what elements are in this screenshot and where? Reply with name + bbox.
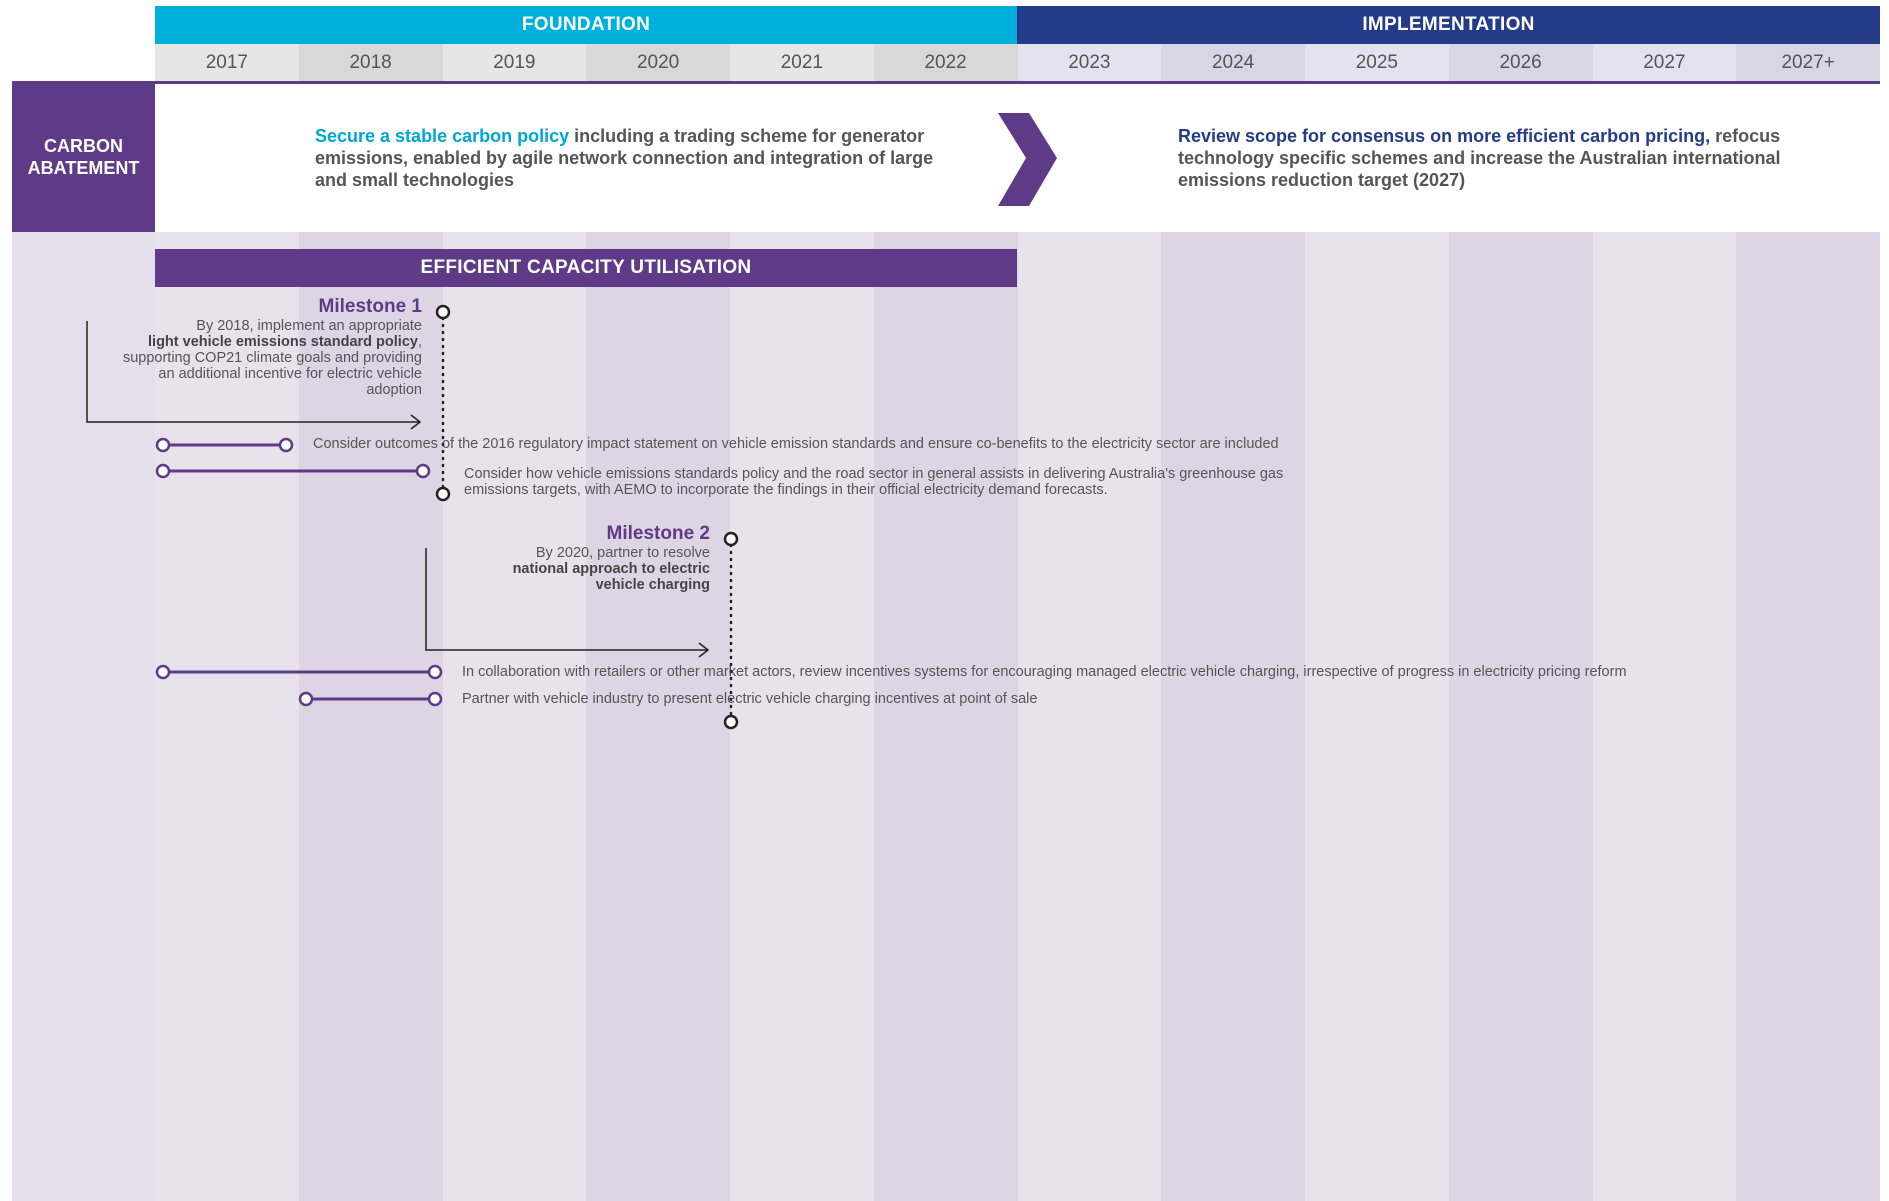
milestone-1-marker-bottom xyxy=(435,486,451,502)
action-1-end-marker xyxy=(278,437,294,453)
action-2-end-marker xyxy=(415,463,431,479)
milestone-2-marker-top xyxy=(723,531,739,547)
action-4-start-marker xyxy=(298,691,314,707)
milestone-2-arrow xyxy=(425,548,707,651)
action-3-end-marker xyxy=(427,664,443,680)
milestone-1-marker-top xyxy=(435,304,451,320)
milestone-1-arrow xyxy=(86,321,419,423)
action-3-start-marker xyxy=(155,664,171,680)
action-1-start-marker xyxy=(155,437,171,453)
action-4-end-marker xyxy=(427,691,443,707)
milestone-2-marker-bottom xyxy=(723,714,739,730)
action-2-start-marker xyxy=(155,463,171,479)
timeline-connectors xyxy=(86,304,739,730)
